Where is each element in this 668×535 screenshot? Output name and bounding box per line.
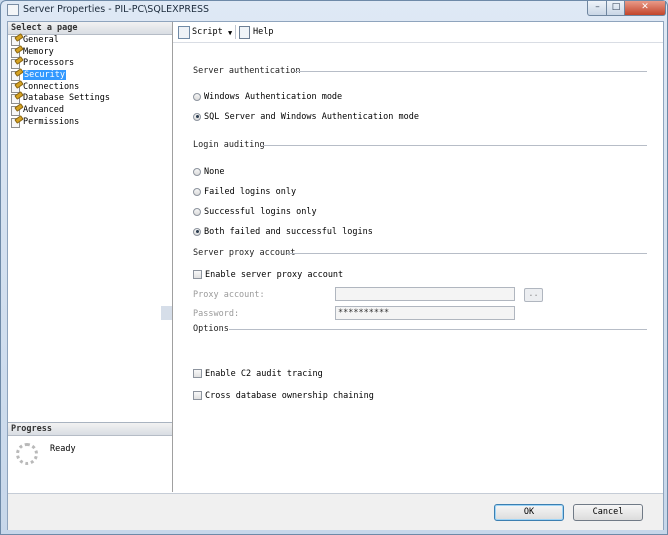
page-item-database-settings[interactable]: Database Settings (8, 91, 172, 105)
radio-indicator[interactable] (193, 167, 201, 176)
radio-indicator[interactable] (193, 187, 201, 196)
page-item-label: Advanced (23, 105, 64, 116)
page-wrench-icon (11, 103, 24, 117)
pane-splitter[interactable] (161, 306, 172, 320)
proxy-account-field[interactable] (335, 287, 515, 301)
cancel-button[interactable]: Cancel (573, 504, 643, 521)
page-wrench-icon (11, 56, 24, 70)
page-item-permissions[interactable]: Permissions (8, 114, 172, 129)
password-label: Password: (193, 309, 240, 319)
checkbox-indicator[interactable] (193, 369, 202, 378)
radio-indicator[interactable] (193, 92, 201, 101)
select-page-header: Select a page (8, 22, 172, 35)
dialog-footer: OK Cancel (8, 493, 663, 530)
toolbar: Script ▼ Help (173, 22, 663, 43)
page-wrench-icon (11, 68, 24, 82)
progress-status: Ready (50, 444, 76, 454)
proxy-account-label: Proxy account: (193, 290, 265, 300)
page-wrench-icon (11, 44, 24, 58)
server-properties-window: Server Properties - PIL-PC\SQLEXPRESS – … (0, 0, 668, 535)
page-navigation-pane: Select a page General Memory Processors Sec… (8, 22, 173, 492)
window-title: Server Properties - PIL-PC\SQLEXPRESS (23, 4, 210, 15)
security-page: Script ▼ Help Server authentication Wind… (173, 22, 663, 492)
page-item-processors[interactable]: Processors (8, 56, 172, 70)
c2-audit-checkbox[interactable]: Enable C2 audit tracing (193, 368, 323, 380)
radio-indicator[interactable] (193, 227, 201, 236)
options-heading: Options (193, 324, 229, 334)
help-button[interactable]: Help (253, 27, 273, 38)
login-auditing-heading: Login auditing (193, 140, 265, 150)
audit-none-radio[interactable]: None (193, 166, 224, 178)
page-wrench-icon (11, 91, 24, 105)
server-proxy-heading: Server proxy account (193, 248, 296, 258)
page-list: General Memory Processors Security Connectio… (8, 33, 172, 129)
windows-auth-radio[interactable]: Windows Authentication mode (193, 91, 342, 103)
mixed-auth-radio[interactable]: SQL Server and Windows Authentication mo… (193, 111, 419, 123)
script-button[interactable]: Script (192, 27, 223, 38)
page-wrench-icon (11, 79, 24, 93)
page-item-label: Security (23, 70, 66, 81)
radio-indicator[interactable] (193, 207, 201, 216)
close-button[interactable]: ✕ (624, 1, 666, 16)
section-divider (295, 71, 647, 72)
page-item-label: Connections (23, 81, 80, 92)
progress-header: Progress (8, 423, 172, 436)
progress-spinner-icon (16, 443, 38, 465)
audit-failed-radio[interactable]: Failed logins only (193, 186, 296, 198)
page-item-general[interactable]: General (8, 33, 172, 47)
page-item-label: Memory (23, 46, 54, 57)
help-icon[interactable] (239, 26, 250, 39)
page-item-memory[interactable]: Memory (8, 44, 172, 59)
dialog-client-area: Select a page General Memory Processors Sec… (7, 21, 664, 530)
checkbox-indicator[interactable] (193, 391, 202, 400)
page-item-label: Processors (23, 58, 75, 69)
checkbox-indicator[interactable] (193, 270, 202, 279)
script-icon[interactable] (178, 26, 190, 39)
title-bar[interactable]: Server Properties - PIL-PC\SQLEXPRESS – … (1, 1, 667, 19)
window-icon (7, 4, 19, 16)
page-item-security[interactable]: Security (8, 68, 172, 82)
page-item-connections[interactable]: Connections (8, 79, 172, 94)
page-item-label: Permissions (23, 116, 80, 127)
audit-successful-radio[interactable]: Successful logins only (193, 206, 317, 218)
radio-indicator[interactable] (193, 112, 201, 121)
minimize-button[interactable]: – (587, 1, 608, 16)
audit-both-radio[interactable]: Both failed and successful logins (193, 226, 373, 238)
maximize-button[interactable]: □ (606, 1, 626, 16)
script-dropdown-icon[interactable]: ▼ (228, 29, 232, 37)
page-item-advanced[interactable]: Advanced (8, 103, 172, 117)
password-field[interactable]: ********** (335, 306, 515, 320)
page-item-label: Database Settings (23, 93, 110, 104)
proxy-browse-button[interactable]: .. (524, 288, 543, 302)
section-divider (287, 253, 647, 254)
section-divider (229, 329, 647, 330)
section-divider (263, 145, 647, 146)
cross-db-chaining-checkbox[interactable]: Cross database ownership chaining (193, 390, 374, 402)
page-wrench-icon (11, 33, 24, 46)
page-wrench-icon (11, 114, 24, 128)
server-authentication-heading: Server authentication (193, 66, 301, 76)
enable-proxy-checkbox[interactable]: Enable server proxy account (193, 269, 343, 281)
page-item-label: General (23, 35, 59, 45)
ok-button[interactable]: OK (494, 504, 564, 521)
progress-panel: Progress Ready (8, 422, 172, 493)
toolbar-separator (235, 25, 236, 39)
